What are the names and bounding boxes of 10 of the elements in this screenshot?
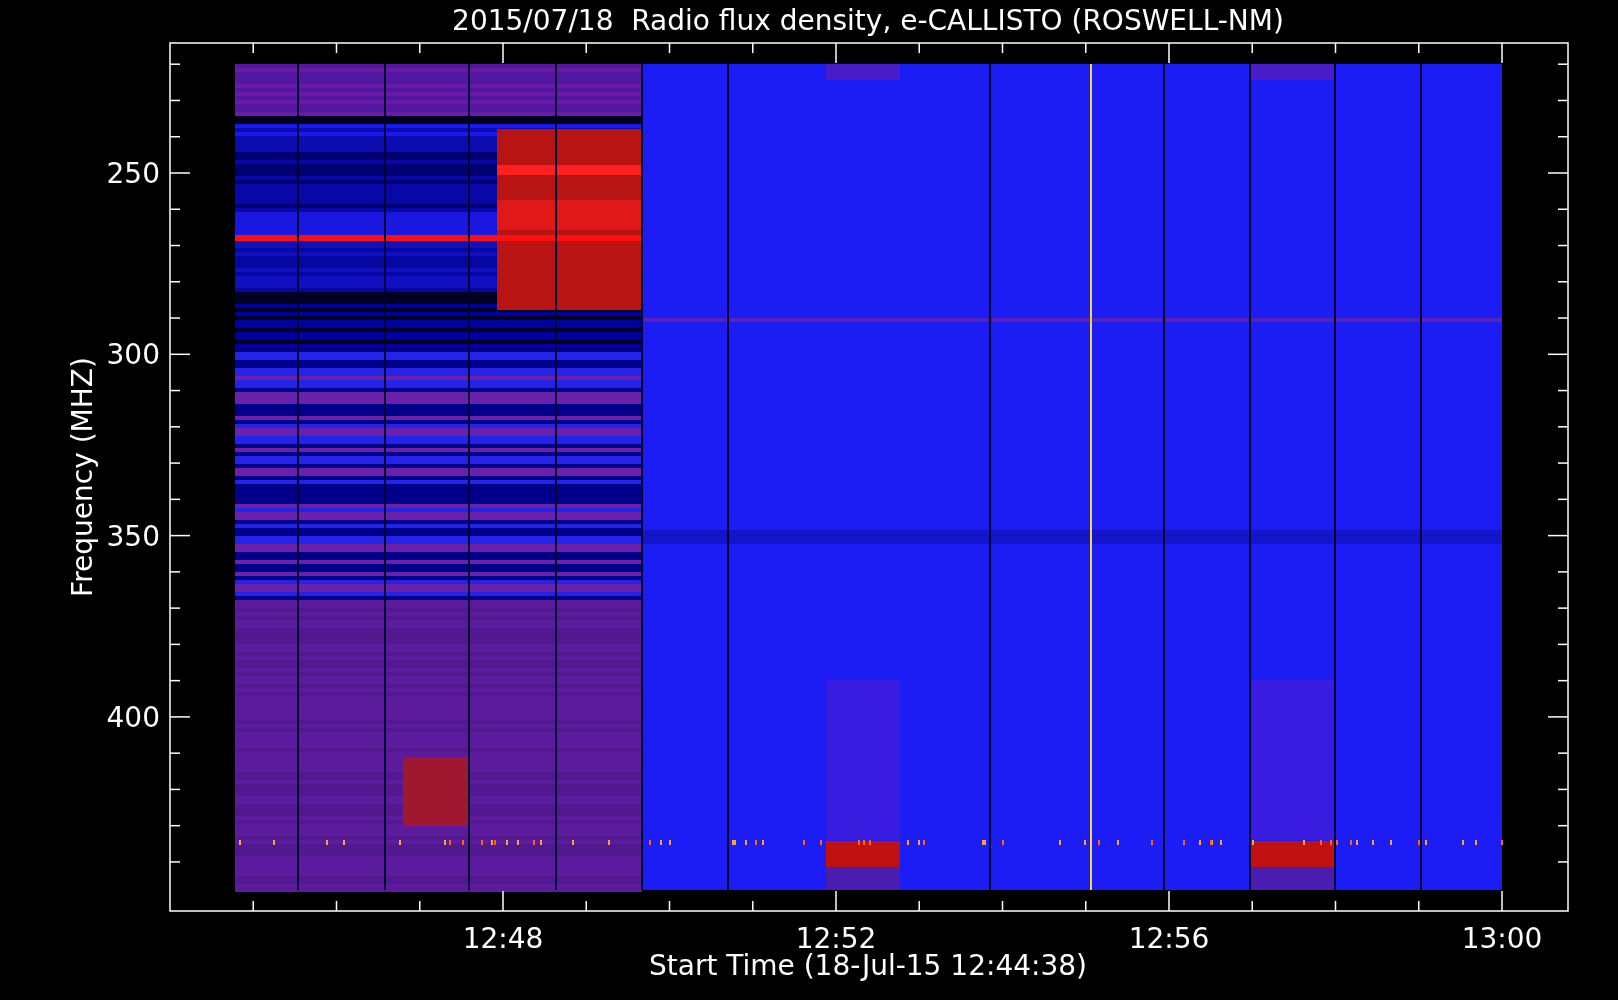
axis-tick-label: 250 <box>106 157 160 190</box>
axis-tick-label: 300 <box>106 338 160 372</box>
axis-tick-label: 12:56 <box>1128 922 1210 955</box>
x-axis-label: Start Time (18-Jul-15 12:44:38) <box>649 949 1087 982</box>
axis-tick-label: 400 <box>106 700 160 734</box>
axis-tick-label: 13:00 <box>1461 922 1543 955</box>
axis-tick-label: 350 <box>106 519 160 553</box>
axis-tick-label: 12:48 <box>462 922 544 955</box>
chart-title: 2015/07/18 Radio flux density, e-CALLISTO (ROSWELL-NM) <box>452 4 1284 37</box>
y-axis-label: Frequency (MHZ) <box>66 357 99 597</box>
